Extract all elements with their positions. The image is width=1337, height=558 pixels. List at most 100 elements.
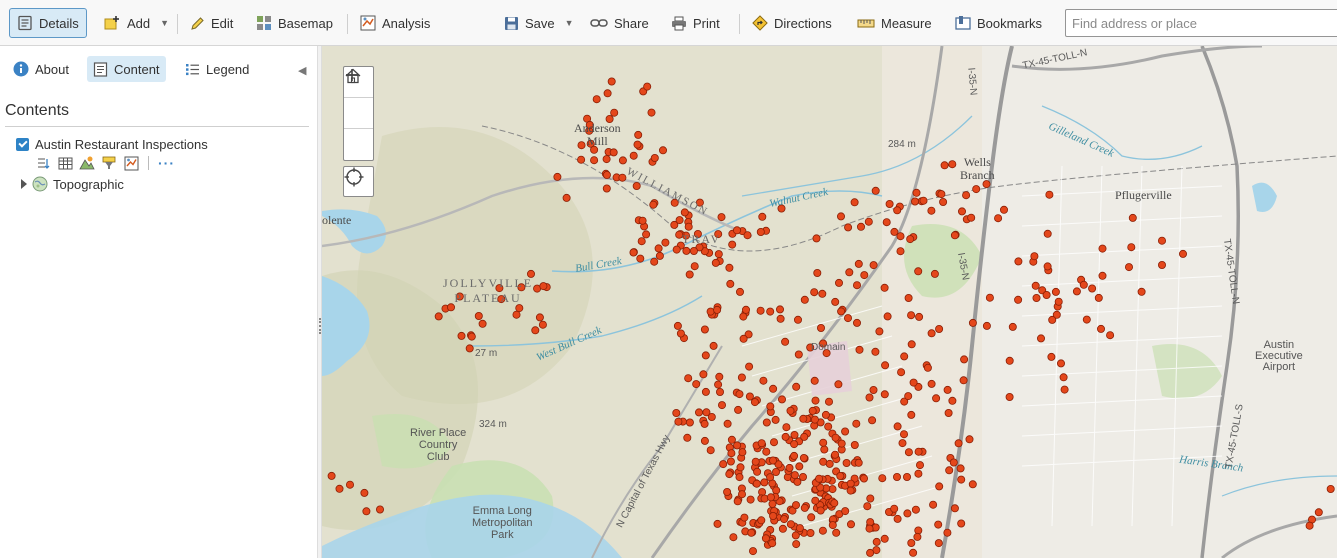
restaurant-marker[interactable] bbox=[676, 329, 685, 338]
restaurant-marker[interactable] bbox=[1106, 331, 1115, 340]
restaurant-marker[interactable] bbox=[893, 472, 902, 481]
restaurant-marker[interactable] bbox=[609, 148, 618, 157]
restaurant-marker[interactable] bbox=[629, 248, 638, 257]
restaurant-marker[interactable] bbox=[919, 196, 928, 205]
restaurant-marker[interactable] bbox=[701, 351, 710, 360]
restaurant-marker[interactable] bbox=[753, 467, 762, 476]
restaurant-marker[interactable] bbox=[675, 216, 684, 225]
restaurant-marker[interactable] bbox=[1054, 297, 1063, 306]
restaurant-marker[interactable] bbox=[795, 462, 804, 471]
restaurant-marker[interactable] bbox=[1098, 271, 1107, 280]
directions-button[interactable]: Directions bbox=[752, 8, 832, 38]
restaurant-marker[interactable] bbox=[771, 415, 780, 424]
restaurant-marker[interactable] bbox=[672, 245, 681, 254]
restaurant-marker[interactable] bbox=[512, 310, 521, 319]
restaurant-marker[interactable] bbox=[661, 238, 670, 247]
restaurant-marker[interactable] bbox=[800, 503, 809, 512]
restaurant-marker[interactable] bbox=[844, 223, 853, 232]
restaurant-marker[interactable] bbox=[751, 457, 760, 466]
restaurant-marker[interactable] bbox=[360, 488, 369, 497]
restaurant-marker[interactable] bbox=[819, 438, 828, 447]
restaurant-marker[interactable] bbox=[655, 251, 664, 260]
restaurant-marker[interactable] bbox=[643, 82, 652, 91]
restaurant-marker[interactable] bbox=[689, 246, 698, 255]
restaurant-marker[interactable] bbox=[950, 231, 959, 240]
restaurant-marker[interactable] bbox=[954, 439, 963, 448]
restaurant-marker[interactable] bbox=[957, 475, 966, 484]
restaurant-marker[interactable] bbox=[959, 376, 968, 385]
restaurant-marker[interactable] bbox=[1047, 352, 1056, 361]
restaurant-marker[interactable] bbox=[1030, 252, 1039, 261]
restaurant-marker[interactable] bbox=[725, 470, 734, 479]
restaurant-marker[interactable] bbox=[1127, 243, 1136, 252]
restaurant-marker[interactable] bbox=[841, 427, 850, 436]
restaurant-marker[interactable] bbox=[821, 410, 830, 419]
restaurant-marker[interactable] bbox=[968, 318, 977, 327]
restaurant-marker[interactable] bbox=[649, 200, 658, 209]
restaurant-marker[interactable] bbox=[682, 246, 691, 255]
restaurant-marker[interactable] bbox=[1051, 287, 1060, 296]
restaurant-marker[interactable] bbox=[650, 154, 659, 163]
restaurant-marker[interactable] bbox=[914, 469, 923, 478]
restaurant-marker[interactable] bbox=[982, 321, 991, 330]
restaurant-marker[interactable] bbox=[810, 376, 819, 385]
restaurant-marker[interactable] bbox=[757, 516, 766, 525]
restaurant-marker[interactable] bbox=[871, 347, 880, 356]
restaurant-marker[interactable] bbox=[875, 327, 884, 336]
restaurant-marker[interactable] bbox=[684, 222, 693, 231]
restaurant-marker[interactable] bbox=[806, 528, 815, 537]
restaurant-marker[interactable] bbox=[1014, 295, 1023, 304]
restaurant-marker[interactable] bbox=[819, 457, 828, 466]
restaurant-marker[interactable] bbox=[865, 524, 874, 533]
restaurant-marker[interactable] bbox=[747, 528, 756, 537]
restaurant-marker[interactable] bbox=[538, 320, 547, 329]
restaurant-marker[interactable] bbox=[711, 258, 720, 267]
restaurant-marker[interactable] bbox=[846, 479, 855, 488]
restaurant-marker[interactable] bbox=[811, 496, 820, 505]
restaurant-marker[interactable] bbox=[958, 207, 967, 216]
restaurant-marker[interactable] bbox=[717, 401, 726, 410]
restaurant-marker[interactable] bbox=[930, 269, 939, 278]
restaurant-marker[interactable] bbox=[907, 410, 916, 419]
restaurant-marker[interactable] bbox=[785, 463, 794, 472]
restaurant-marker[interactable] bbox=[937, 190, 946, 199]
restaurant-marker[interactable] bbox=[795, 524, 804, 533]
restaurant-marker[interactable] bbox=[706, 446, 715, 455]
restaurant-marker[interactable] bbox=[713, 519, 722, 528]
restaurant-marker[interactable] bbox=[852, 419, 861, 428]
restaurant-marker[interactable] bbox=[1032, 293, 1041, 302]
restaurant-marker[interactable] bbox=[800, 432, 809, 441]
restaurant-marker[interactable] bbox=[816, 323, 825, 332]
restaurant-marker[interactable] bbox=[909, 378, 918, 387]
restaurant-marker[interactable] bbox=[1094, 293, 1103, 302]
restaurant-marker[interactable] bbox=[810, 288, 819, 297]
restaurant-marker[interactable] bbox=[531, 326, 540, 335]
restaurant-marker[interactable] bbox=[1158, 236, 1167, 245]
restaurant-marker[interactable] bbox=[762, 447, 771, 456]
restaurant-marker[interactable] bbox=[799, 453, 808, 462]
restaurant-marker[interactable] bbox=[845, 268, 854, 277]
restaurant-marker[interactable] bbox=[590, 156, 599, 165]
restaurant-marker[interactable] bbox=[911, 197, 920, 206]
restaurant-marker[interactable] bbox=[741, 305, 750, 314]
restaurant-marker[interactable] bbox=[719, 460, 728, 469]
restaurant-marker[interactable] bbox=[637, 237, 646, 246]
restaurant-marker[interactable] bbox=[726, 279, 735, 288]
expand-caret-icon[interactable] bbox=[21, 179, 27, 189]
restaurant-marker[interactable] bbox=[673, 321, 682, 330]
restaurant-marker[interactable] bbox=[853, 318, 862, 327]
restaurant-marker[interactable] bbox=[985, 293, 994, 302]
restaurant-marker[interactable] bbox=[798, 472, 807, 481]
restaurant-marker[interactable] bbox=[723, 487, 732, 496]
restaurant-marker[interactable] bbox=[807, 513, 816, 522]
restaurant-marker[interactable] bbox=[863, 502, 872, 511]
restaurant-marker[interactable] bbox=[714, 380, 723, 389]
restaurant-marker[interactable] bbox=[854, 259, 863, 268]
restaurant-marker[interactable] bbox=[778, 524, 787, 533]
restaurant-marker[interactable] bbox=[699, 370, 708, 379]
restaurant-marker[interactable] bbox=[810, 415, 819, 424]
restaurant-marker[interactable] bbox=[792, 382, 801, 391]
restaurant-marker[interactable] bbox=[776, 314, 785, 323]
restaurant-marker[interactable] bbox=[786, 406, 795, 415]
restaurant-marker[interactable] bbox=[893, 514, 902, 523]
